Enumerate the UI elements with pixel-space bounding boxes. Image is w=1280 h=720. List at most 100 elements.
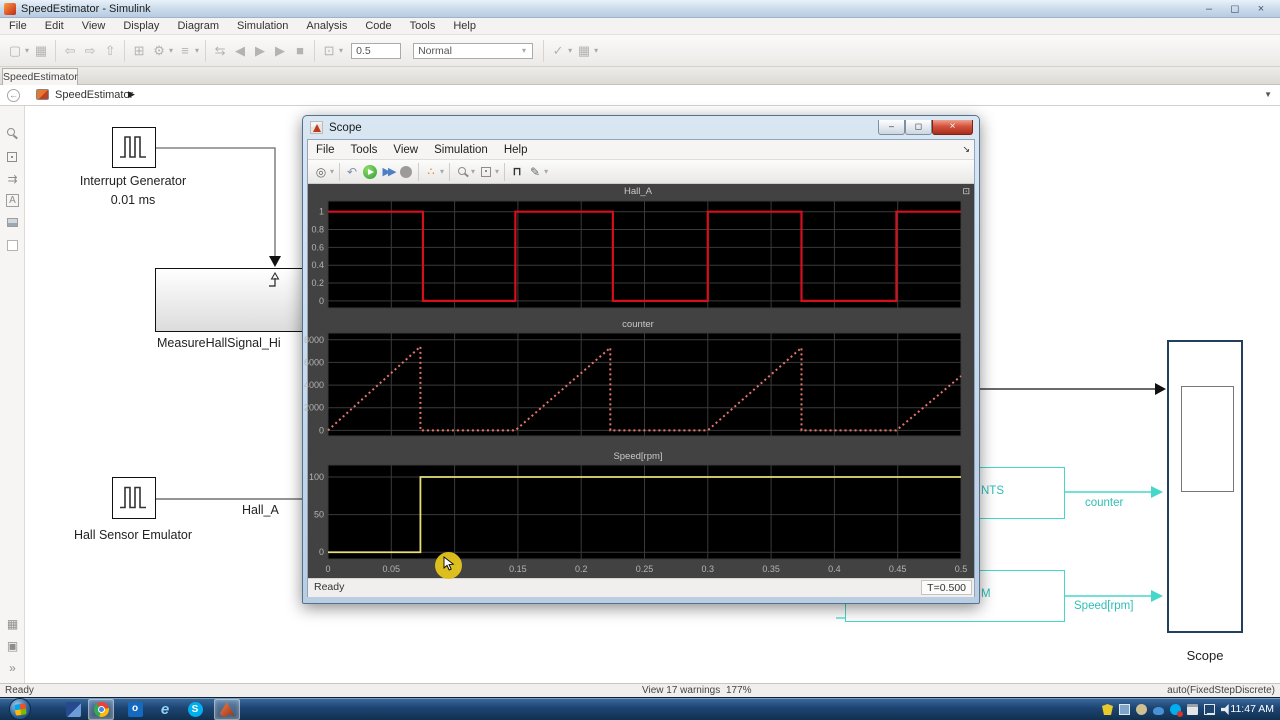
svg-text:0.45: 0.45 xyxy=(889,564,907,574)
svg-text:0.4: 0.4 xyxy=(828,564,841,574)
scope-trigger-icon[interactable]: ⊓ xyxy=(508,162,526,182)
hall-a-signal-label: Hall_A xyxy=(242,503,302,517)
parameters-dropdown-icon[interactable]: ▾ xyxy=(330,167,334,176)
matlab-icon xyxy=(220,702,235,717)
speed-signal-label: Speed[rpm] xyxy=(1074,600,1133,612)
chrome-icon xyxy=(94,702,109,717)
tray-display-icon[interactable] xyxy=(1119,704,1130,715)
plot-title-hall-a: Hall_A xyxy=(308,186,968,197)
scope-statusbar: Ready T=0.500 xyxy=(308,578,974,597)
scope-status-ready: Ready xyxy=(314,581,344,593)
svg-text:0.2: 0.2 xyxy=(575,564,588,574)
counter-signal-label: counter xyxy=(1085,497,1123,509)
svg-text:100: 100 xyxy=(309,472,324,482)
svg-text:0: 0 xyxy=(319,296,324,306)
svg-text:0.5: 0.5 xyxy=(955,564,968,574)
svg-text:0.3: 0.3 xyxy=(702,564,715,574)
scope-parameters-icon[interactable]: ◎ xyxy=(312,162,330,182)
svg-text:0.2: 0.2 xyxy=(311,278,324,288)
zoom-dropdown-icon[interactable]: ▾ xyxy=(471,167,475,176)
scope-close-icon[interactable]: × xyxy=(932,120,973,135)
svg-text:8000: 8000 xyxy=(304,335,324,345)
mouse-cursor xyxy=(443,556,457,572)
scope-stop-icon[interactable] xyxy=(397,162,415,182)
system-tray xyxy=(1102,698,1232,720)
tray-badge xyxy=(1177,711,1183,717)
scope-restore-icon[interactable]: ◻ xyxy=(905,120,932,135)
tray-onedrive-icon[interactable] xyxy=(1153,707,1164,715)
taskbar-skype-button[interactable]: S xyxy=(182,699,208,720)
svg-text:0.6: 0.6 xyxy=(311,242,324,252)
start-button[interactable] xyxy=(9,698,31,720)
scope-measurements-icon[interactable]: ✎ xyxy=(526,162,544,182)
svg-text:0: 0 xyxy=(319,547,324,557)
counts-block-text: NTS xyxy=(981,485,1004,497)
scope-zoom-icon[interactable] xyxy=(453,162,471,182)
trigger-port-icon xyxy=(267,272,281,288)
tray-clipboard-icon[interactable] xyxy=(1187,704,1198,715)
svg-text:0.8: 0.8 xyxy=(311,225,324,235)
pulse-icon xyxy=(113,478,154,517)
scope-fit-view-icon[interactable] xyxy=(477,162,495,182)
tray-shield-icon[interactable] xyxy=(1102,704,1113,715)
desktop: SpeedEstimator - Simulink – ◻ × File Edi… xyxy=(0,0,1280,720)
windows-logo-icon xyxy=(14,703,26,715)
plot-title-counter: counter xyxy=(308,319,968,330)
scope-block-label: Scope xyxy=(1155,648,1255,663)
scope-menu-help[interactable]: Help xyxy=(496,144,536,156)
skype-icon: S xyxy=(188,702,203,717)
scope-menubar: File Tools View Simulation Help ↘ xyxy=(308,140,974,160)
signal-dropdown-icon[interactable]: ▾ xyxy=(440,167,444,176)
svg-text:0.4: 0.4 xyxy=(311,260,324,270)
scope-run-icon[interactable] xyxy=(361,162,379,182)
tray-app-icon[interactable] xyxy=(1136,704,1147,715)
outlook-icon: o xyxy=(128,702,143,717)
scope-menu-simulation[interactable]: Simulation xyxy=(426,144,496,156)
scope-minimize-icon[interactable]: – xyxy=(878,120,905,135)
interrupt-generator-sublabel: 0.01 ms xyxy=(33,193,233,207)
tray-network-base xyxy=(1207,713,1215,715)
scope-toolbar: ◎ ▾ ↶ ▶▶ ∴ ▾ ▾ ▾ ⊓ ✎ ▾ xyxy=(308,160,974,184)
svg-text:6000: 6000 xyxy=(304,357,324,367)
svg-text:0: 0 xyxy=(325,564,330,574)
scope-menu-view[interactable]: View xyxy=(385,144,426,156)
plot-title-speed: Speed[rpm] xyxy=(308,451,968,462)
scope-step-forward-icon[interactable]: ▶▶ xyxy=(379,162,397,182)
speed-chart: 05010000.050.10.150.20.250.30.350.40.450… xyxy=(308,465,968,577)
scope-signal-selector-icon[interactable]: ∴ xyxy=(422,162,440,182)
scope-app-icon xyxy=(310,121,323,134)
scope-dock-arrow-icon[interactable]: ↘ xyxy=(962,144,970,155)
interrupt-generator-label: Interrupt Generator xyxy=(33,174,233,188)
counter-chart: 02000400060008000 xyxy=(308,333,968,441)
taskbar-outlook-button[interactable]: o xyxy=(122,699,148,720)
pulse-icon xyxy=(113,128,154,166)
svg-text:0.25: 0.25 xyxy=(636,564,654,574)
scope-menu-tools[interactable]: Tools xyxy=(343,144,386,156)
taskbar-clock[interactable]: 11:47 AM xyxy=(1230,703,1274,715)
tray-network-icon[interactable] xyxy=(1204,704,1215,715)
internet-explorer-icon: e xyxy=(161,701,169,718)
scope-window-title: Scope xyxy=(329,122,362,134)
scope-titlebar[interactable]: Scope – ◻ × xyxy=(307,116,975,139)
scope-plot-area: ⊡ Hall_A 00.20.40.60.81 counter 02000400… xyxy=(308,184,974,578)
taskbar-app-button[interactable] xyxy=(60,699,86,720)
taskbar-ie-button[interactable]: e xyxy=(152,699,178,720)
rpm-block-text: M xyxy=(981,588,991,600)
fit-dropdown-icon[interactable]: ▾ xyxy=(495,167,499,176)
scope-restore-view-icon[interactable]: ↶ xyxy=(343,162,361,182)
svg-text:50: 50 xyxy=(314,510,324,520)
taskbar-chrome-button[interactable] xyxy=(88,699,114,720)
tray-skype-icon[interactable] xyxy=(1170,704,1181,715)
interrupt-generator-block[interactable] xyxy=(112,127,156,168)
taskbar: o e S 11:47 AM xyxy=(0,697,1280,720)
taskbar-matlab-button[interactable] xyxy=(214,699,240,720)
svg-text:0.05: 0.05 xyxy=(383,564,401,574)
svg-text:4000: 4000 xyxy=(304,380,324,390)
scope-menu-file[interactable]: File xyxy=(308,144,343,156)
hall-sensor-emulator-block[interactable] xyxy=(112,477,156,519)
measurements-dropdown-icon[interactable]: ▾ xyxy=(544,167,548,176)
svg-text:2000: 2000 xyxy=(304,403,324,413)
svg-text:0.35: 0.35 xyxy=(762,564,780,574)
svg-text:0: 0 xyxy=(319,425,324,435)
app-icon xyxy=(66,702,81,717)
